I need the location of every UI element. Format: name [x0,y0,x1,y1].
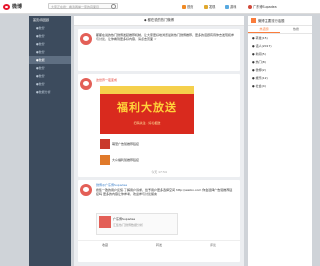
quote-title: 广东博Supadea [113,217,136,221]
nav-discover[interactable]: 发现 [204,3,215,10]
topic-item[interactable]: ● 热门(8) [248,58,312,66]
avatar-icon [248,4,252,9]
nav-home[interactable]: 首页 [182,3,193,10]
banner-title: 福利大放送 [117,101,177,114]
nav-label: 广东博Supadea [253,5,277,9]
quote-thumbnail [99,216,111,228]
tab-hot-topics[interactable]: 热话题 [248,26,280,33]
avatar[interactable] [80,33,92,45]
left-sidebar: 首页/待回顾 ●数智 ●数智 ●数智 ●数智 ●数据 ●数智 ●数智 ●数智 ●… [29,16,71,266]
post-header: 这世界一夜变成 [96,78,118,82]
weibo-logo[interactable]: 微博 [3,2,22,11]
promo-banner[interactable]: 福利大放送 扫码关注 · 好礼相送 [100,86,194,134]
post-author[interactable]: 微博@广东博Supadea [96,183,234,187]
banner-subtitle: 扫码关注 · 好礼相送 [133,121,161,125]
nav-user[interactable]: 广东博Supadea [248,3,277,10]
feed-card: 微博@广东博Supadea 搜集一致的用户反馈·了解用户诉求，给予用户更多选择空… [78,180,240,262]
sidebar-item[interactable]: ●数智 [29,24,71,32]
banner-top-strip [100,86,194,94]
sidebar-item[interactable]: ●数智 [29,40,71,48]
quoted-card[interactable]: 广东博Supadea 汇集热门微博数据分析 [96,213,178,235]
feed-card-promo: 这世界一夜变成 福利大放送 扫码关注 · 好礼相送 萌宠广告赞推荐链接 大众福利… [78,74,240,177]
tab-hot-search[interactable]: 热搜 [280,26,312,33]
thumbnail-label[interactable]: 大众福利赞推荐链接 [112,158,139,162]
post-time: 今天 17:54 [151,170,167,174]
topic-item[interactable]: ● 娱乐(12) [248,74,312,82]
sidebar-item-home[interactable]: 首页/待回顾 [29,16,71,24]
gamepad-icon [225,4,229,9]
sidebar-item-active[interactable]: ●数据 [29,56,71,64]
weibo-eye-icon [3,3,10,10]
sidebar-item[interactable]: ●数智 [29,72,71,80]
nav-games[interactable]: 游戏 [225,3,236,10]
topic-item[interactable]: ● 社会(4) [248,82,312,90]
panel-title: 微博主要流行话题 [258,19,285,23]
right-panel: 微博主要流行话题 热话题 热搜 ● 转发(15) ● 话人(2017) ● 新闻… [248,16,312,266]
sidebar-item[interactable]: ●数智 [29,32,71,40]
feed-title: ◆ 都在说的热门微博 [74,16,244,26]
quote-text: 汇集热门微博数据分析 [113,223,144,227]
nav-label: 首页 [187,5,194,9]
topic-item[interactable]: ● 微博(2) [248,66,312,74]
sidebar-item[interactable]: ●数智 [29,80,71,88]
home-icon [182,4,186,9]
avatar[interactable] [80,78,92,90]
action-bar: 收藏 转发 评论 [78,240,240,249]
thumbnail-image[interactable] [100,139,110,149]
post-text: 搜集一致的用户反馈·了解用户诉求，给予用户更多选择空间 http://weibo… [96,188,233,197]
comment-button[interactable]: 评论 [186,241,240,249]
topic-item[interactable]: ● 话人(2017) [248,42,312,50]
avatar[interactable] [80,184,92,196]
sidebar-item[interactable]: ●数智 [29,64,71,72]
thumbnail-image[interactable] [100,155,110,165]
topic-icon [251,18,256,23]
compass-icon [204,4,208,9]
feed-card: 都都在说的热门微博发起推荐机制，让大家更好地浏览最新热门微博推荐，更多的话题有待… [78,29,240,71]
search-input[interactable]: 大家正在搜：看清两岸一家的真面目 [48,3,118,9]
nav-label: 发现 [209,5,216,9]
top-navigation-bar: 微博 大家正在搜：看清两岸一家的真面目 首页 发现 游戏 广东博Supadea [0,0,320,14]
logo-text: 微博 [12,4,23,10]
repost-button[interactable]: 转发 [132,241,186,249]
thumbnail-label[interactable]: 萌宠广告赞推荐链接 [112,142,139,146]
sidebar-item[interactable]: ●数智 [29,48,71,56]
nav-label: 游戏 [230,5,237,9]
search-icon[interactable] [111,4,116,9]
panel-tabs: 热话题 热搜 [248,26,312,34]
topic-item[interactable]: ● 转发(15) [248,34,312,42]
topic-item[interactable]: ● 新闻(5) [248,50,312,58]
post-text: 都都在说的热门微博发起推荐机制，让大家更好地浏览最新热门微博推荐，更多的话题有待… [96,33,235,42]
favorite-button[interactable]: 收藏 [78,241,132,249]
main-feed: ◆ 都在说的热门微博 都都在说的热门微博发起推荐机制，让大家更好地浏览最新热门微… [74,16,244,266]
sidebar-item[interactable]: ●数据分析 [29,88,71,96]
panel-header: 微博主要流行话题 [248,16,312,26]
